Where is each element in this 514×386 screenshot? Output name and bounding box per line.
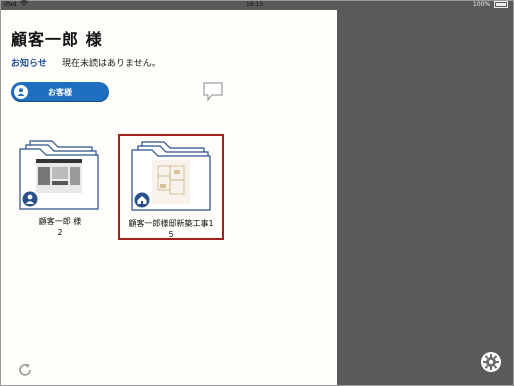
- status-device: iPad: [4, 0, 29, 10]
- home-icon: [134, 192, 150, 208]
- folder-label: 顧客一郎 様 2: [12, 216, 108, 238]
- customer-button[interactable]: お客様: [11, 82, 109, 102]
- folder-name: 顧客一郎 様: [38, 217, 82, 226]
- wifi-icon: [20, 0, 29, 6]
- battery-text: 100%: [472, 1, 491, 8]
- notice-text: 現在未読はありません。: [62, 59, 161, 69]
- folder-count: 2: [57, 228, 63, 237]
- notice-link[interactable]: お知らせ: [11, 56, 47, 69]
- status-battery: 100%: [473, 0, 508, 10]
- customer-button-label: お客様: [48, 87, 72, 97]
- user-icon: [14, 85, 28, 99]
- refresh-icon[interactable]: [17, 362, 33, 378]
- comment-icon[interactable]: [203, 81, 223, 103]
- page-title: 顧客一郎 様: [11, 30, 103, 49]
- folder-item-selected[interactable]: 顧客一郎様邸新築工事1 5: [118, 134, 224, 240]
- folder-item[interactable]: 顧客一郎 様 2: [12, 137, 108, 247]
- folder-label: 顧客一郎様邸新築工事1 5: [120, 218, 222, 240]
- user-icon: [22, 191, 38, 207]
- battery-icon: [494, 1, 508, 8]
- status-bar: iPad 16:15 100%: [0, 0, 514, 10]
- folder-count: 5: [168, 230, 174, 239]
- gear-icon[interactable]: [480, 351, 502, 373]
- status-time: 16:15: [246, 1, 264, 8]
- folder-name: 顧客一郎様邸新築工事1: [128, 219, 214, 228]
- device-label: iPad: [4, 1, 17, 8]
- main-panel: 顧客一郎 様 お知らせ 現在未読はありません。 お客様 顧客一郎 様 2 顧客一…: [1, 10, 337, 385]
